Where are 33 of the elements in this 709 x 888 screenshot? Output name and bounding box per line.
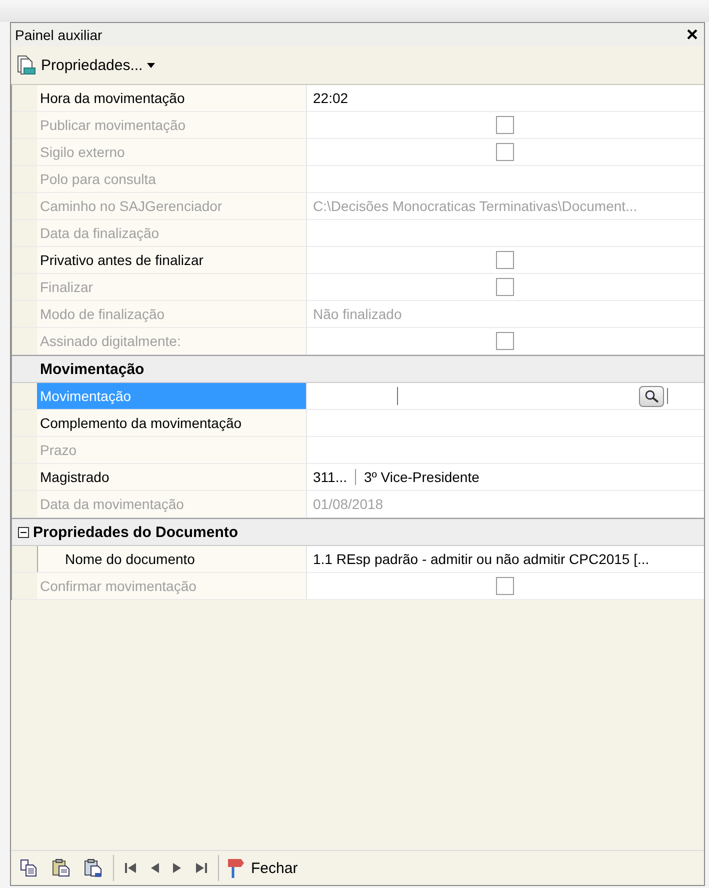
window-title: Painel auxiliar xyxy=(15,26,102,42)
properties-menu-button[interactable]: Propriedades... xyxy=(15,54,155,76)
next-record-icon[interactable] xyxy=(172,863,182,873)
property-value: 1.1 REsp padrão - admitir ou não admitir CPC2015 [... xyxy=(313,551,650,567)
property-value: 01/08/2018 xyxy=(313,496,384,512)
property-label[interactable]: Nome do documento xyxy=(37,546,307,572)
paste-special-icon[interactable] xyxy=(83,858,103,878)
first-record-icon[interactable] xyxy=(124,863,138,873)
property-value: 22:02 xyxy=(313,90,348,106)
caret-icon xyxy=(146,62,155,68)
property-value: C:\Decisões Monocraticas Terminativas\Document... xyxy=(313,198,638,214)
close-button[interactable]: × xyxy=(684,24,700,44)
category-title: Propriedades do Documento xyxy=(33,524,238,540)
category-title: Movimentação xyxy=(40,360,144,378)
copy-icon[interactable] xyxy=(19,858,39,878)
property-label[interactable]: Magistrado xyxy=(37,464,307,490)
checkbox[interactable] xyxy=(496,251,514,269)
document-icon xyxy=(15,54,37,76)
property-value: Não finalizado xyxy=(313,306,402,322)
close-panel-button[interactable]: Fechar xyxy=(227,858,298,878)
search-button[interactable] xyxy=(639,386,664,406)
search-icon xyxy=(644,389,660,403)
property-label[interactable]: Movimentação xyxy=(37,383,307,409)
property-value: 311... xyxy=(313,469,347,485)
paste-icon[interactable] xyxy=(51,858,71,878)
last-record-icon[interactable] xyxy=(194,863,208,873)
property-label[interactable]: Complemento da movimentação xyxy=(37,410,307,436)
property-label[interactable]: Privativo antes de finalizar xyxy=(37,247,307,273)
property-value: 3º Vice-Presidente xyxy=(364,469,480,485)
collapse-icon[interactable] xyxy=(18,526,29,538)
previous-record-icon[interactable] xyxy=(150,863,160,873)
property-label[interactable]: Hora da movimentação xyxy=(37,85,307,111)
flag-icon xyxy=(227,858,245,878)
